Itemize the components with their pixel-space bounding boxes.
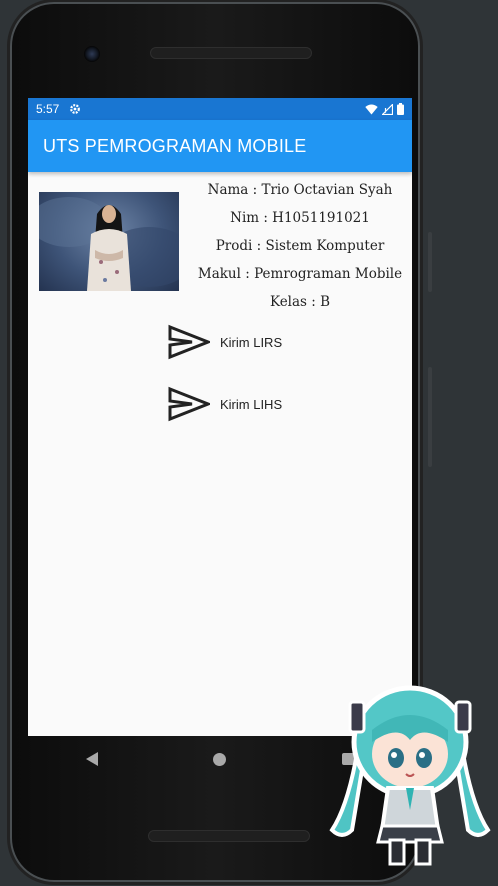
status-time: 5:57 <box>36 102 60 116</box>
kirim-lirs-button[interactable]: Kirim LIRS <box>168 324 282 360</box>
kelas-text: Kelas : B <box>269 294 331 310</box>
app-bar: UTS PEMROGRAMAN MOBILE <box>28 120 412 172</box>
app-title: UTS PEMROGRAMAN MOBILE <box>43 135 307 156</box>
earpiece-speaker <box>150 47 312 59</box>
kirim-lihs-label: Kirim LIHS <box>220 396 283 412</box>
app-screen: 5:57 UTS PEMROGRAMAN MOBILE Nama: Trio … <box>28 98 412 736</box>
signal-icon <box>382 103 393 115</box>
makul-text: Makul : Pemrograman Mobile <box>197 266 403 282</box>
send-icon <box>168 386 210 422</box>
battery-icon <box>397 103 404 115</box>
nim-text: Nim : H1051191021 <box>230 210 370 226</box>
bottom-speaker <box>148 830 310 842</box>
power-button <box>428 232 432 292</box>
wifi-icon <box>365 104 378 114</box>
settings-gear-icon <box>70 104 81 114</box>
back-icon[interactable] <box>85 752 98 766</box>
kirim-lirs-label: Kirim LIRS <box>220 334 283 350</box>
profile-photo <box>39 192 179 291</box>
kirim-lihs-button[interactable]: Kirim LIHS <box>168 386 282 422</box>
send-icon <box>168 324 210 360</box>
profile-info: Nama : Trio Octavian Syah Nim : H1051191… <box>192 180 408 320</box>
volume-button <box>428 367 432 467</box>
anime-character-sticker <box>329 685 491 866</box>
home-icon[interactable] <box>213 752 227 766</box>
front-camera <box>84 46 100 62</box>
prodi-text: Prodi : Sistem Komputer <box>215 238 385 254</box>
status-bar: 5:57 <box>28 98 412 120</box>
name-text: Nama : Trio Octavian Syah <box>207 182 393 198</box>
profile-section: Nama : Trio Octavian Syah Nim : H1051191… <box>28 172 412 312</box>
